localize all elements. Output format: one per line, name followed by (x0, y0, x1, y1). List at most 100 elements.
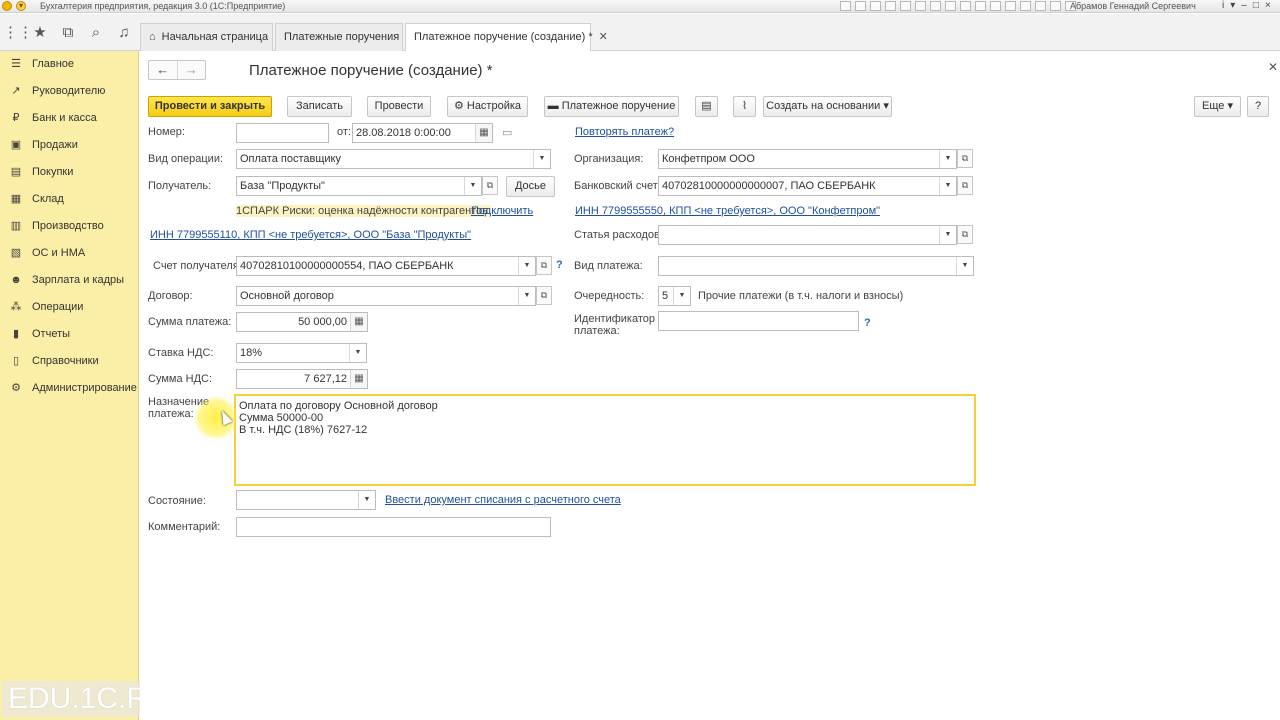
comment-field[interactable] (236, 517, 551, 537)
titlebar-tool-icon[interactable] (960, 1, 971, 11)
chevron-down-icon[interactable]: ▼ (464, 177, 481, 195)
sidebar-item-assets[interactable]: ▧ ОС и НМА (0, 243, 139, 263)
titlebar-tool-icon[interactable] (900, 1, 911, 11)
expense-select[interactable]: ▼ (658, 225, 957, 245)
bank-account-select[interactable]: 40702810000000000007, ПАО СБЕРБАНК ▼ (658, 176, 957, 196)
chevron-down-icon[interactable]: ▼ (939, 226, 956, 244)
structure-icon[interactable]: ▤ (695, 96, 718, 117)
vat-amount-field[interactable]: 7 627,12 ▦ (236, 369, 368, 389)
more-button[interactable]: Еще ▾ (1194, 96, 1241, 117)
sidebar-item-admin[interactable]: ⚙ Администрирование (0, 378, 139, 398)
chevron-down-icon[interactable]: ▼ (939, 177, 956, 195)
repeat-payment-link[interactable]: Повторять платеж? (575, 126, 674, 138)
chevron-down-icon[interactable]: ▼ (939, 150, 956, 168)
contract-select[interactable]: Основной договор ▼ (236, 286, 536, 306)
spark-connect-link[interactable]: Подключить (471, 205, 533, 217)
sidebar-item-warehouse[interactable]: ▦ Склад (0, 189, 139, 209)
close-icon[interactable]: × (1265, 0, 1271, 12)
operation-select[interactable]: Оплата поставщику ▼ (236, 149, 551, 169)
amount-field[interactable]: 50 000,00 ▦ (236, 312, 368, 332)
date-field[interactable]: 28.08.2018 0:00:00 ▦ (352, 123, 493, 143)
chevron-down-icon[interactable]: ▼ (358, 491, 375, 509)
status-select[interactable]: ▼ (236, 490, 376, 510)
organization-inn-link[interactable]: ИНН 7799555550, КПП <не требуется>, ООО … (575, 205, 880, 217)
dossier-button[interactable]: Досье (506, 176, 555, 197)
app-menu-icon[interactable]: ▾ (16, 1, 26, 11)
settings-button[interactable]: ⚙ Настройка (447, 96, 528, 117)
titlebar-tool-icon[interactable] (840, 1, 851, 11)
current-user[interactable]: Абрамов Геннадий Сергеевич (1070, 0, 1196, 12)
recipient-select[interactable]: База "Продукты" ▼ (236, 176, 482, 196)
close-icon[interactable]: ✕ (1268, 60, 1278, 74)
sidebar-item-operations[interactable]: ⁂ Операции (0, 297, 139, 317)
chevron-down-icon[interactable]: ▼ (518, 257, 535, 275)
maximize-icon[interactable]: □ (1253, 0, 1259, 12)
search-icon[interactable]: ⌕ (87, 24, 105, 42)
chevron-down-icon[interactable]: ▼ (673, 287, 690, 305)
tab-home[interactable]: ⌂ Начальная страница (140, 23, 273, 51)
history-icon[interactable]: ⧉ (59, 24, 77, 42)
help-icon[interactable]: ? (864, 317, 871, 329)
sidebar-item-production[interactable]: ▥ Производство (0, 216, 139, 236)
titlebar-tool-icon[interactable] (1050, 1, 1061, 11)
close-icon[interactable]: ✕ (599, 31, 608, 43)
open-icon[interactable]: ⧉ (482, 176, 498, 195)
organization-select[interactable]: Конфетпром ООО ▼ (658, 149, 957, 169)
calendar-icon[interactable]: ▦ (475, 124, 492, 142)
titlebar-tool-icon[interactable] (990, 1, 1001, 11)
number-field[interactable] (236, 123, 329, 143)
post-and-close-button[interactable]: Провести и закрыть (148, 96, 272, 117)
bell-icon[interactable]: ♫ (115, 24, 133, 42)
titlebar-tool-icon[interactable] (885, 1, 896, 11)
info-icon[interactable]: i (1222, 0, 1224, 12)
help-icon[interactable]: ? (556, 259, 563, 271)
chevron-down-icon[interactable]: ▾ (1230, 0, 1235, 12)
titlebar-tool-icon[interactable] (1020, 1, 1031, 11)
priority-select[interactable]: 5 ▼ (658, 286, 691, 306)
sidebar-item-reports[interactable]: ▮ Отчеты (0, 324, 139, 344)
open-icon[interactable]: ⧉ (957, 225, 973, 244)
tab-payment-orders[interactable]: Платежные поручения✕ (275, 23, 414, 51)
calculator-icon[interactable]: ▦ (350, 313, 367, 331)
minimize-icon[interactable]: – (1241, 0, 1247, 12)
chevron-down-icon[interactable]: ▼ (956, 257, 973, 275)
note-icon[interactable]: ▭ (502, 126, 512, 139)
attachment-icon[interactable]: ⌇ (733, 96, 756, 117)
chevron-down-icon[interactable]: ▼ (518, 287, 535, 305)
open-icon[interactable]: ⧉ (957, 176, 973, 195)
titlebar-tool-icon[interactable] (870, 1, 881, 11)
sidebar-item-bank[interactable]: ₽ Банк и касса (0, 108, 139, 128)
sidebar-item-sales[interactable]: ▣ Продажи (0, 135, 139, 155)
help-button[interactable]: ? (1247, 96, 1269, 117)
titlebar-tool-icon[interactable] (915, 1, 926, 11)
writeoff-document-link[interactable]: Ввести документ списания с расчетного сч… (385, 494, 621, 506)
vat-rate-select[interactable]: 18% ▼ (236, 343, 367, 363)
recipient-account-select[interactable]: 40702810100000000554, ПАО СБЕРБАНК ▼ (236, 256, 536, 276)
open-icon[interactable]: ⧉ (957, 149, 973, 168)
sidebar-item-main[interactable]: ☰ Главное (0, 54, 139, 74)
forward-arrow-icon[interactable]: → (176, 61, 206, 79)
sidebar-item-purchases[interactable]: ▤ Покупки (0, 162, 139, 182)
purpose-textarea[interactable]: Оплата по договору Основной договор Сумм… (234, 394, 976, 486)
chevron-down-icon[interactable]: ▼ (533, 150, 550, 168)
titlebar-tool-icon[interactable] (930, 1, 941, 11)
titlebar-tool-icon[interactable] (855, 1, 866, 11)
chevron-down-icon[interactable]: ▼ (349, 344, 366, 362)
tab-payment-order-create[interactable]: Платежное поручение (создание) * ✕ (405, 23, 608, 52)
sidebar-item-references[interactable]: ▯ Справочники (0, 351, 139, 371)
open-icon[interactable]: ⧉ (536, 286, 552, 305)
titlebar-tool-icon[interactable] (1035, 1, 1046, 11)
recipient-inn-link[interactable]: ИНН 7799555110, КПП <не требуется>, ООО … (150, 229, 471, 241)
post-button[interactable]: Провести (367, 96, 431, 117)
payment-id-field[interactable] (658, 311, 859, 331)
sidebar-item-salary[interactable]: ☻ Зарплата и кадры (0, 270, 139, 290)
titlebar-tool-icon[interactable] (945, 1, 956, 11)
calculator-icon[interactable]: ▦ (350, 370, 367, 388)
sidebar-item-manager[interactable]: ↗ Руководителю (0, 81, 139, 101)
payment-type-select[interactable]: ▼ (658, 256, 974, 276)
titlebar-tool-icon[interactable] (975, 1, 986, 11)
print-payment-order-button[interactable]: ▬ Платежное поручение (544, 96, 679, 117)
create-based-on-button[interactable]: Создать на основании ▾ (763, 96, 892, 117)
back-arrow-icon[interactable]: ← (149, 61, 177, 79)
open-icon[interactable]: ⧉ (536, 256, 552, 275)
